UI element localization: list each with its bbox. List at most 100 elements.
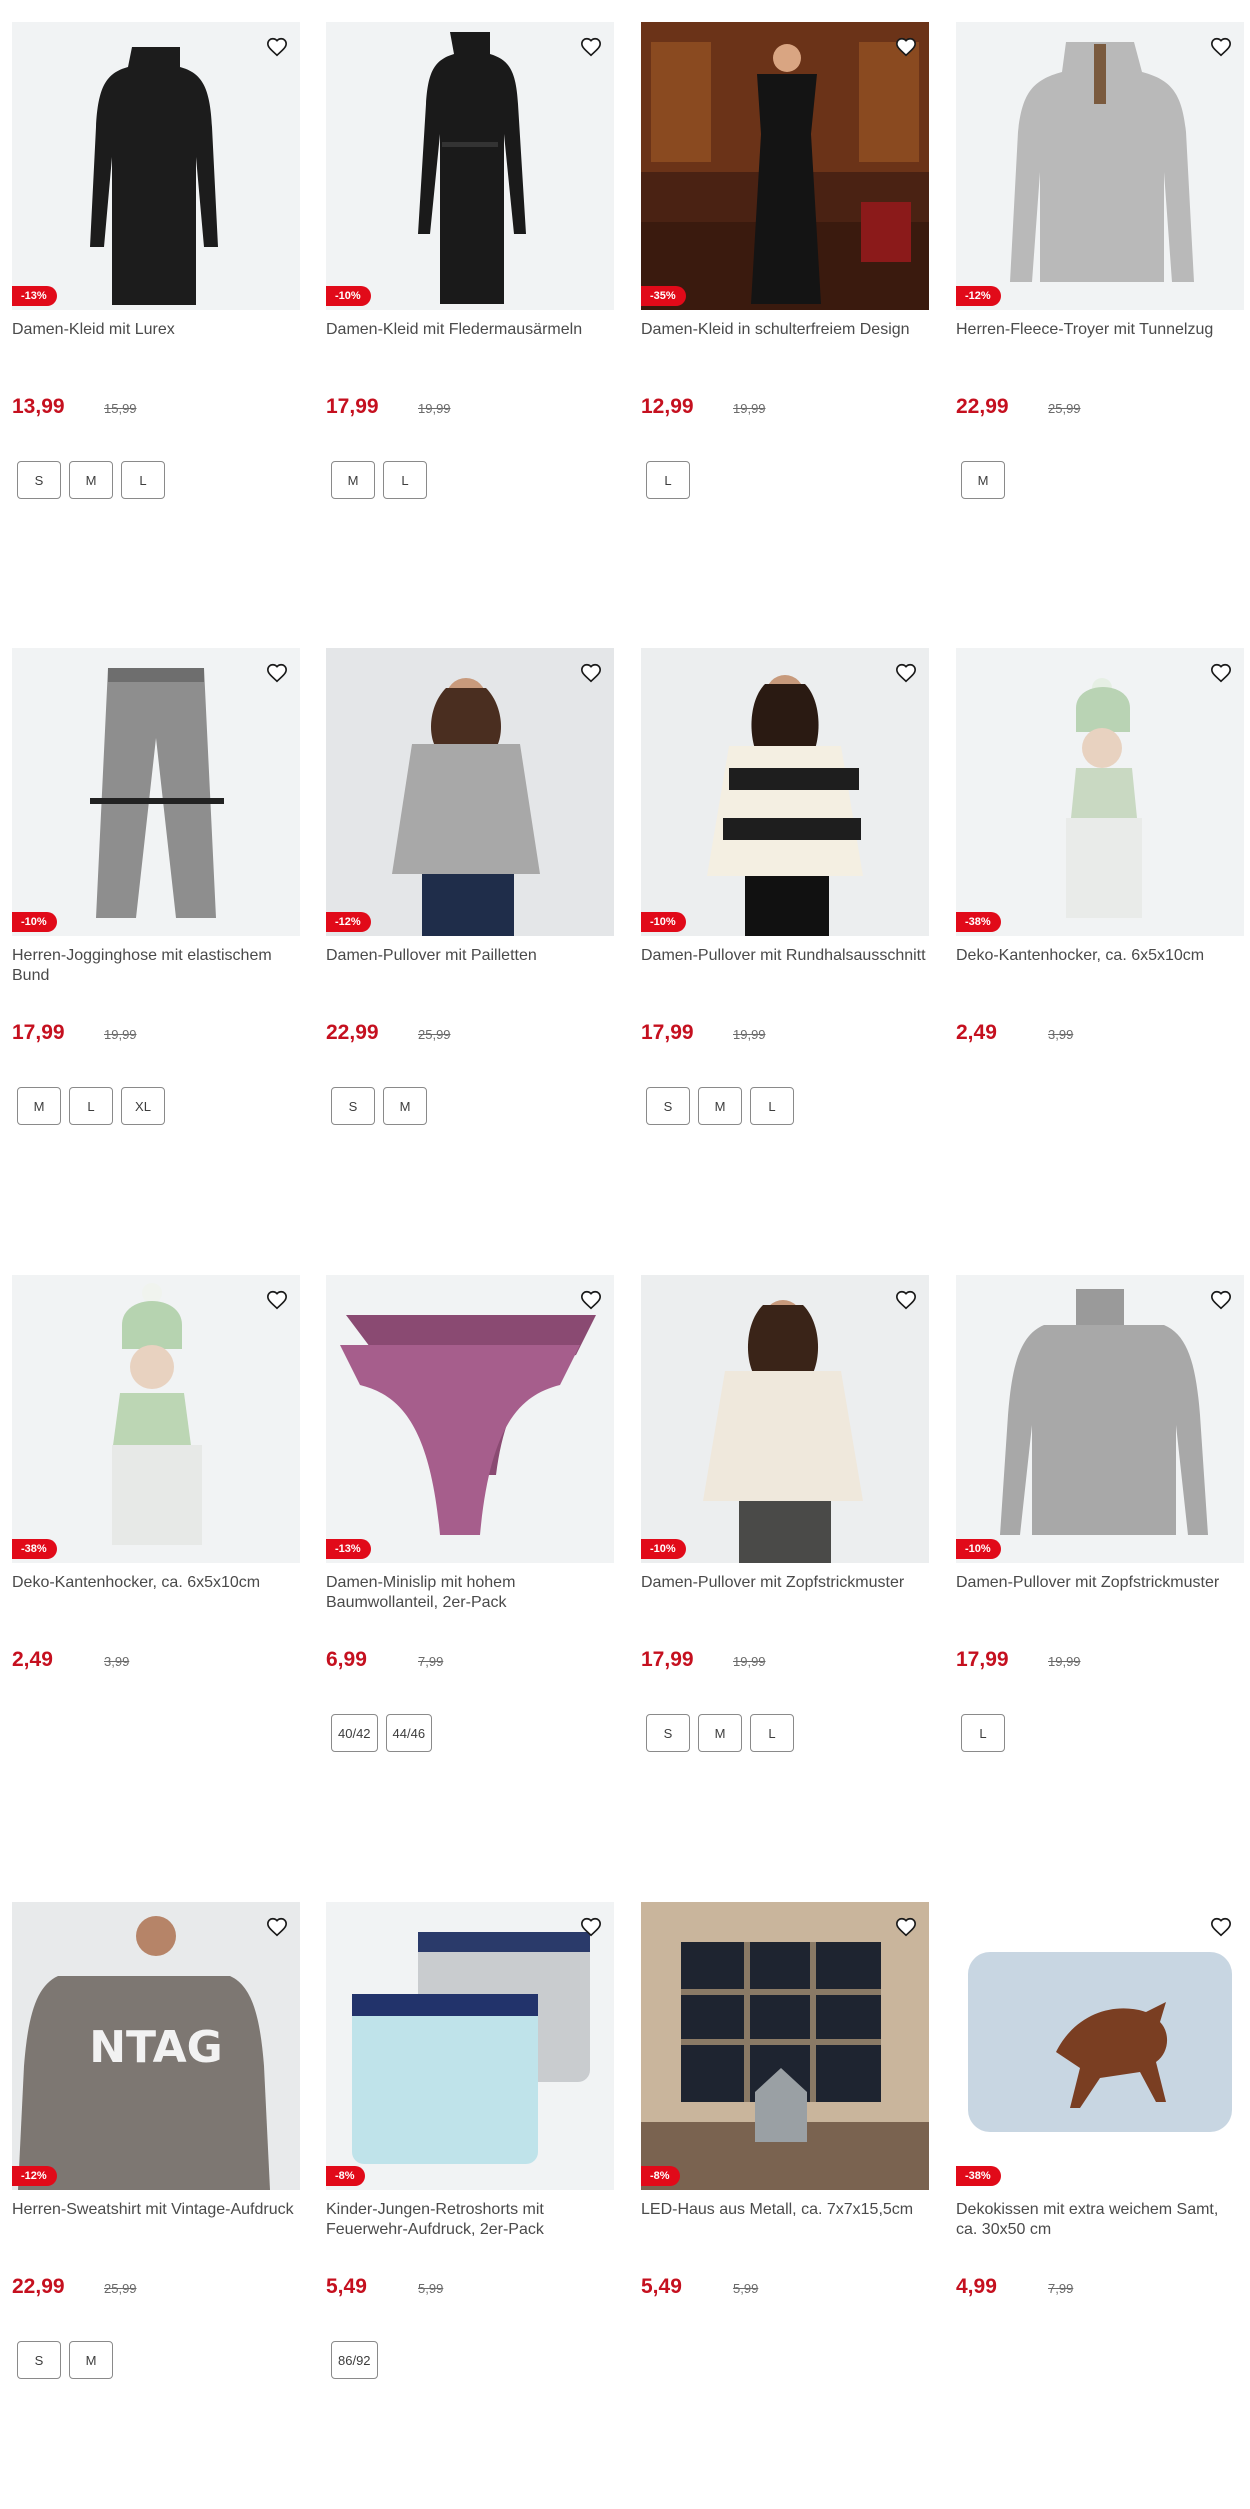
size-option[interactable]: S — [646, 1714, 690, 1752]
favorite-heart-icon[interactable] — [1206, 1912, 1236, 1942]
product-image[interactable]: -10% — [641, 648, 929, 936]
favorite-heart-icon[interactable] — [262, 1912, 292, 1942]
size-option[interactable]: M — [698, 1714, 742, 1752]
favorite-heart-icon[interactable] — [1206, 658, 1236, 688]
product-title[interactable]: Herren-Sweatshirt mit Vintage-Aufdruck — [12, 2200, 300, 2260]
product-title[interactable]: Damen-Pullover mit Zopfstrickmuster — [641, 1573, 929, 1633]
favorite-heart-icon[interactable] — [262, 658, 292, 688]
size-option[interactable]: M — [961, 461, 1005, 499]
product-title[interactable]: Damen-Pullover mit Pailletten — [326, 946, 614, 1006]
product-card[interactable]: NTAG -12% Herren-Sweatshirt mit Vintage-… — [12, 1902, 300, 2379]
product-image[interactable]: -38% — [12, 1275, 300, 1563]
product-image[interactable]: -38% — [956, 648, 1244, 936]
product-title[interactable]: Deko-Kantenhocker, ca. 6x5x10cm — [12, 1573, 300, 1633]
size-option[interactable]: 86/92 — [331, 2341, 378, 2379]
price-row: 17,99 19,99 — [326, 395, 614, 425]
product-title[interactable]: Deko-Kantenhocker, ca. 6x5x10cm — [956, 946, 1244, 1006]
product-image[interactable]: -13% — [326, 1275, 614, 1563]
size-option[interactable]: L — [646, 461, 690, 499]
product-photo — [12, 1275, 300, 1563]
old-price: 19,99 — [733, 1654, 766, 1669]
size-option[interactable]: S — [646, 1087, 690, 1125]
product-title[interactable]: Damen-Kleid mit Lurex — [12, 320, 300, 380]
favorite-heart-icon[interactable] — [262, 32, 292, 62]
discount-badge: -10% — [326, 286, 371, 306]
size-option[interactable]: L — [69, 1087, 113, 1125]
old-price: 15,99 — [104, 401, 137, 416]
size-option[interactable]: 44/46 — [385, 1714, 433, 1752]
product-card[interactable]: -8% LED-Haus aus Metall, ca. 7x7x15,5cm … — [641, 1902, 929, 2341]
product-card[interactable]: -13% Damen-Kleid mit Lurex 13,99 15,99 S… — [12, 22, 300, 499]
product-card[interactable]: -12% Damen-Pullover mit Pailletten 22,99… — [326, 648, 614, 1125]
product-image[interactable]: -8% — [641, 1902, 929, 2190]
product-card[interactable]: -10% Damen-Pullover mit Zopfstrickmuster… — [641, 1275, 929, 1752]
size-option[interactable]: XL — [121, 1087, 165, 1125]
size-option[interactable]: L — [383, 461, 427, 499]
product-title[interactable]: Herren-Jogginghose mit elastischem Bund — [12, 946, 300, 1006]
size-option[interactable]: M — [331, 461, 375, 499]
product-image[interactable]: -38% — [956, 1902, 1244, 2190]
product-card[interactable]: -10% Damen-Kleid mit Fledermausärmeln 17… — [326, 22, 614, 499]
size-option[interactable]: L — [750, 1087, 794, 1125]
product-card[interactable]: -38% Deko-Kantenhocker, ca. 6x5x10cm 2,4… — [956, 648, 1244, 1087]
product-title[interactable]: Damen-Pullover mit Rundhalsausschnitt — [641, 946, 929, 1006]
favorite-heart-icon[interactable] — [1206, 1285, 1236, 1315]
favorite-heart-icon[interactable] — [576, 1912, 606, 1942]
product-title[interactable]: LED-Haus aus Metall, ca. 7x7x15,5cm — [641, 2200, 929, 2260]
size-option[interactable]: L — [121, 461, 165, 499]
product-image[interactable]: -10% — [641, 1275, 929, 1563]
size-option[interactable]: 40/42 — [331, 1714, 378, 1752]
size-option[interactable]: M — [383, 1087, 427, 1125]
current-price: 22,99 — [326, 1021, 379, 1044]
size-option[interactable]: S — [17, 461, 61, 499]
favorite-heart-icon[interactable] — [891, 1285, 921, 1315]
product-image[interactable]: -10% — [956, 1275, 1244, 1563]
size-option[interactable]: M — [698, 1087, 742, 1125]
product-title[interactable]: Kinder-Jungen-Retroshorts mit Feuerwehr-… — [326, 2200, 614, 2260]
product-title[interactable]: Damen-Minislip mit hohem Baumwollanteil,… — [326, 1573, 614, 1633]
price-row: 17,99 19,99 — [641, 1021, 929, 1051]
product-grid: -13% Damen-Kleid mit Lurex 13,99 15,99 S… — [0, 0, 1250, 2509]
product-title[interactable]: Damen-Kleid in schulterfreiem Design — [641, 320, 929, 380]
old-price: 19,99 — [104, 1027, 137, 1042]
size-option[interactable]: M — [17, 1087, 61, 1125]
discount-badge: -10% — [641, 1539, 686, 1559]
favorite-heart-icon[interactable] — [576, 1285, 606, 1315]
product-card[interactable]: -13% Damen-Minislip mit hohem Baumwollan… — [326, 1275, 614, 1752]
product-title[interactable]: Herren-Fleece-Troyer mit Tunnelzug — [956, 320, 1244, 380]
price-row: 6,99 7,99 — [326, 1648, 614, 1678]
size-option[interactable]: L — [750, 1714, 794, 1752]
product-image[interactable]: -13% — [12, 22, 300, 310]
favorite-heart-icon[interactable] — [576, 32, 606, 62]
favorite-heart-icon[interactable] — [262, 1285, 292, 1315]
size-option[interactable]: S — [331, 1087, 375, 1125]
size-option[interactable]: M — [69, 2341, 113, 2379]
product-image[interactable]: -10% — [326, 22, 614, 310]
product-image[interactable]: -12% — [326, 648, 614, 936]
product-title[interactable]: Dekokissen mit extra weichem Samt, ca. 3… — [956, 2200, 1244, 2260]
product-card[interactable]: -38% Dekokissen mit extra weichem Samt, … — [956, 1902, 1244, 2341]
product-title[interactable]: Damen-Kleid mit Fledermausärmeln — [326, 320, 614, 380]
product-image[interactable]: -10% — [12, 648, 300, 936]
product-card[interactable]: -10% Damen-Pullover mit Zopfstrickmuster… — [956, 1275, 1244, 1752]
favorite-heart-icon[interactable] — [576, 658, 606, 688]
product-image[interactable]: -35% — [641, 22, 929, 310]
product-image[interactable]: -12% — [956, 22, 1244, 310]
favorite-heart-icon[interactable] — [891, 658, 921, 688]
favorite-heart-icon[interactable] — [1206, 32, 1236, 62]
favorite-heart-icon[interactable] — [891, 1912, 921, 1942]
product-card[interactable]: -35% Damen-Kleid in schulterfreiem Desig… — [641, 22, 929, 499]
favorite-heart-icon[interactable] — [891, 32, 921, 62]
product-card[interactable]: -10% Damen-Pullover mit Rundhalsausschni… — [641, 648, 929, 1125]
size-option[interactable]: M — [69, 461, 113, 499]
product-image[interactable]: NTAG -12% — [12, 1902, 300, 2190]
product-card[interactable]: -10% Herren-Jogginghose mit elastischem … — [12, 648, 300, 1125]
product-card[interactable]: -38% Deko-Kantenhocker, ca. 6x5x10cm 2,4… — [12, 1275, 300, 1714]
product-title[interactable]: Damen-Pullover mit Zopfstrickmuster — [956, 1573, 1244, 1633]
product-card[interactable]: -8% Kinder-Jungen-Retroshorts mit Feuerw… — [326, 1902, 614, 2379]
size-option[interactable]: S — [17, 2341, 61, 2379]
size-option[interactable]: L — [961, 1714, 1005, 1752]
product-photo — [641, 1275, 929, 1563]
product-image[interactable]: -8% — [326, 1902, 614, 2190]
product-card[interactable]: -12% Herren-Fleece-Troyer mit Tunnelzug … — [956, 22, 1244, 499]
